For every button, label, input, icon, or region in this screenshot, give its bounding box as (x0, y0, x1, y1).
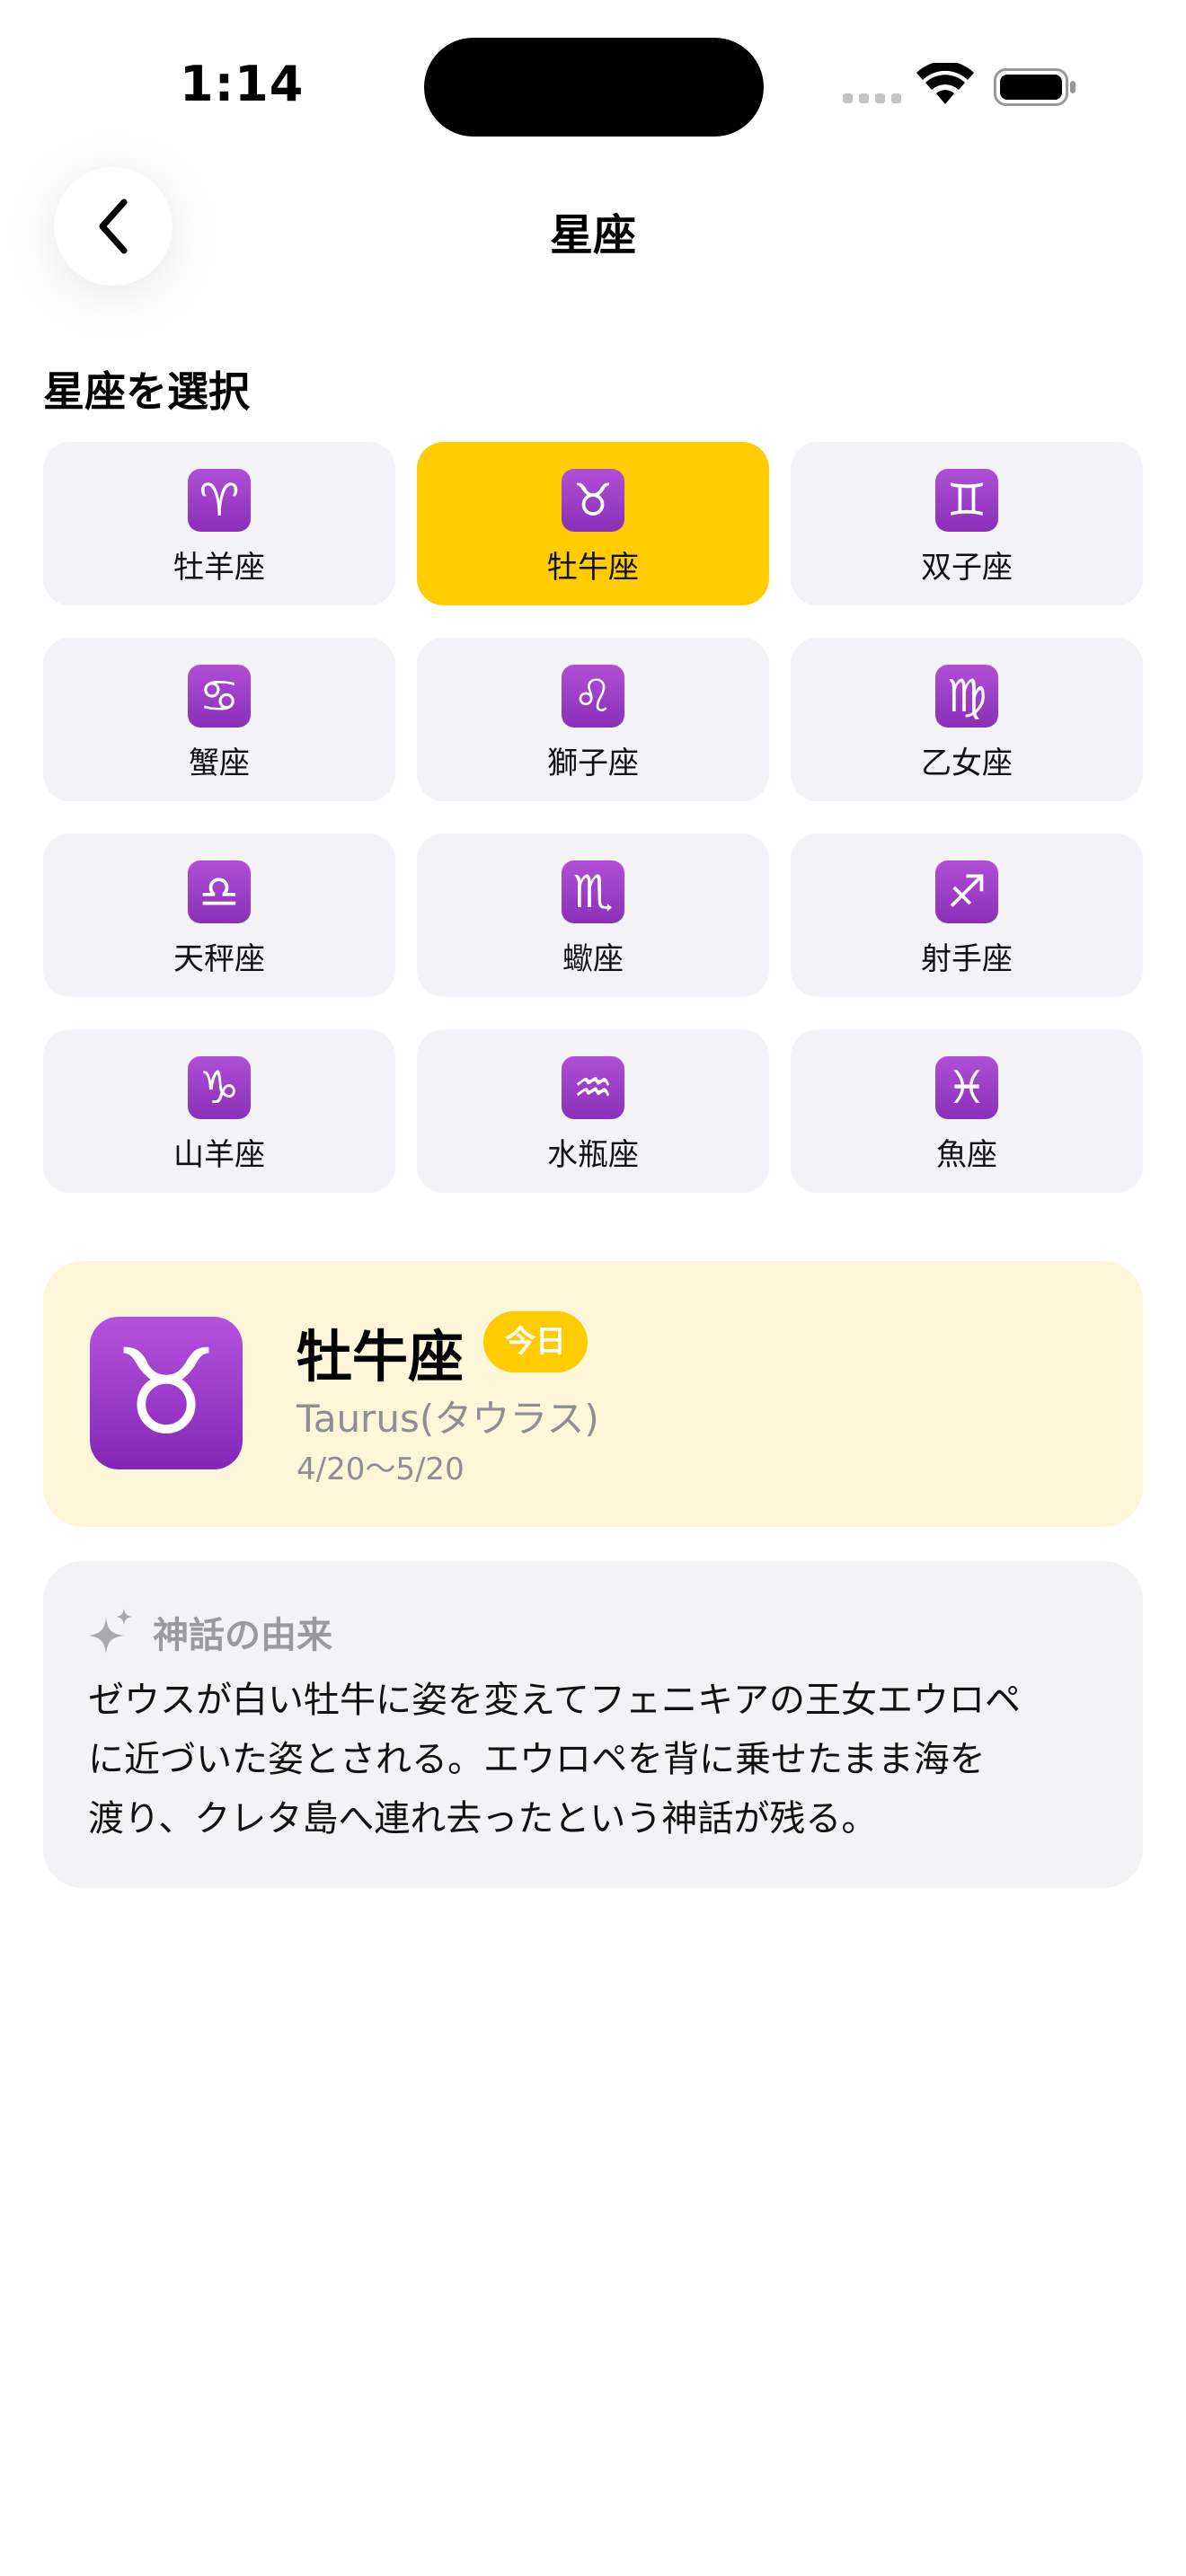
section-title: 星座を選択 (43, 367, 250, 416)
zodiac-card-aries[interactable]: ♈ 牡羊座 (43, 442, 395, 605)
cancer-icon: ♋ (188, 665, 251, 728)
zodiac-label: 双子座 (921, 550, 1013, 586)
sign-english-name: Taurus(タウラス) (296, 1397, 599, 1441)
zodiac-card-libra[interactable]: ♎ 天秤座 (43, 834, 395, 997)
zodiac-label: 水瓶座 (547, 1137, 639, 1173)
myth-text-line: 渡り、クレタ島へ連れ去ったという神話が残る。 (88, 1798, 878, 1839)
dynamic-island (424, 38, 764, 137)
myth-text-line: ゼウスが白い牡牛に姿を変えてフェニキアの王女エウロペ (88, 1680, 1021, 1721)
zodiac-label: 魚座 (936, 1137, 997, 1173)
leo-icon: ♌ (562, 665, 624, 728)
taurus-icon: ♉ (562, 469, 624, 532)
virgo-icon: ♍ (935, 665, 998, 728)
zodiac-label: 天秤座 (173, 941, 265, 977)
zodiac-card-taurus[interactable]: ♉ 牡牛座 (417, 442, 769, 605)
zodiac-label: 蟹座 (189, 745, 250, 781)
zodiac-card-sagittarius[interactable]: ♐ 射手座 (791, 834, 1143, 997)
zodiac-label: 山羊座 (173, 1137, 265, 1173)
wifi-icon (916, 63, 974, 104)
zodiac-card-leo[interactable]: ♌ 獅子座 (417, 638, 769, 801)
zodiac-card-cancer[interactable]: ♋ 蟹座 (43, 638, 395, 801)
gemini-icon: ♊ (935, 469, 998, 532)
myth-title: 神話の由来 (153, 1615, 332, 1656)
myth-text-line: に近づいた姿とされる。エウロペを背に乗せたまま海を (88, 1739, 986, 1780)
zodiac-label: 牡牛座 (547, 550, 639, 586)
sparkle-icon (88, 1609, 132, 1654)
zodiac-card-virgo[interactable]: ♍ 乙女座 (791, 638, 1143, 801)
zodiac-card-aquarius[interactable]: ♒ 水瓶座 (417, 1029, 769, 1193)
sagittarius-icon: ♐ (935, 860, 998, 923)
zodiac-card-pisces[interactable]: ♓ 魚座 (791, 1029, 1143, 1193)
selected-sign-card: ♉ 牡牛座 今日 Taurus(タウラス) 4/20〜5/20 (43, 1261, 1143, 1527)
zodiac-card-scorpio[interactable]: ♏ 蠍座 (417, 834, 769, 997)
libra-icon: ♎ (188, 860, 251, 923)
zodiac-card-capricorn[interactable]: ♑ 山羊座 (43, 1029, 395, 1193)
battery-icon (994, 68, 1075, 106)
today-badge: 今日 (483, 1311, 588, 1372)
status-bar: 1:14 (0, 0, 1186, 162)
status-time: 1:14 (180, 56, 305, 112)
taurus-icon: ♉ (90, 1317, 243, 1469)
zodiac-label: 獅子座 (547, 745, 639, 781)
zodiac-label: 牡羊座 (173, 550, 265, 586)
sign-name: 牡牛座 (296, 1324, 465, 1389)
zodiac-label: 蠍座 (562, 941, 624, 977)
aquarius-icon: ♒ (562, 1056, 624, 1119)
page-title: 星座 (549, 210, 636, 260)
zodiac-label: 射手座 (921, 941, 1013, 977)
myth-text: ゼウスが白い牡牛に姿を変えてフェニキアの王女エウロペ に近づいた姿とされる。エウ… (88, 1671, 1103, 1848)
aries-icon: ♈ (188, 469, 251, 532)
capricorn-icon: ♑ (188, 1056, 251, 1119)
cellular-signal-icon (843, 93, 901, 103)
pisces-icon: ♓ (935, 1056, 998, 1119)
myth-header: 神話の由来 (88, 1606, 332, 1658)
sign-date-range: 4/20〜5/20 (296, 1451, 465, 1487)
zodiac-card-gemini[interactable]: ♊ 双子座 (791, 442, 1143, 605)
myth-card: 神話の由来 ゼウスが白い牡牛に姿を変えてフェニキアの王女エウロペ に近づいた姿と… (43, 1561, 1143, 1888)
zodiac-label: 乙女座 (921, 745, 1013, 781)
scorpio-icon: ♏ (562, 860, 624, 923)
